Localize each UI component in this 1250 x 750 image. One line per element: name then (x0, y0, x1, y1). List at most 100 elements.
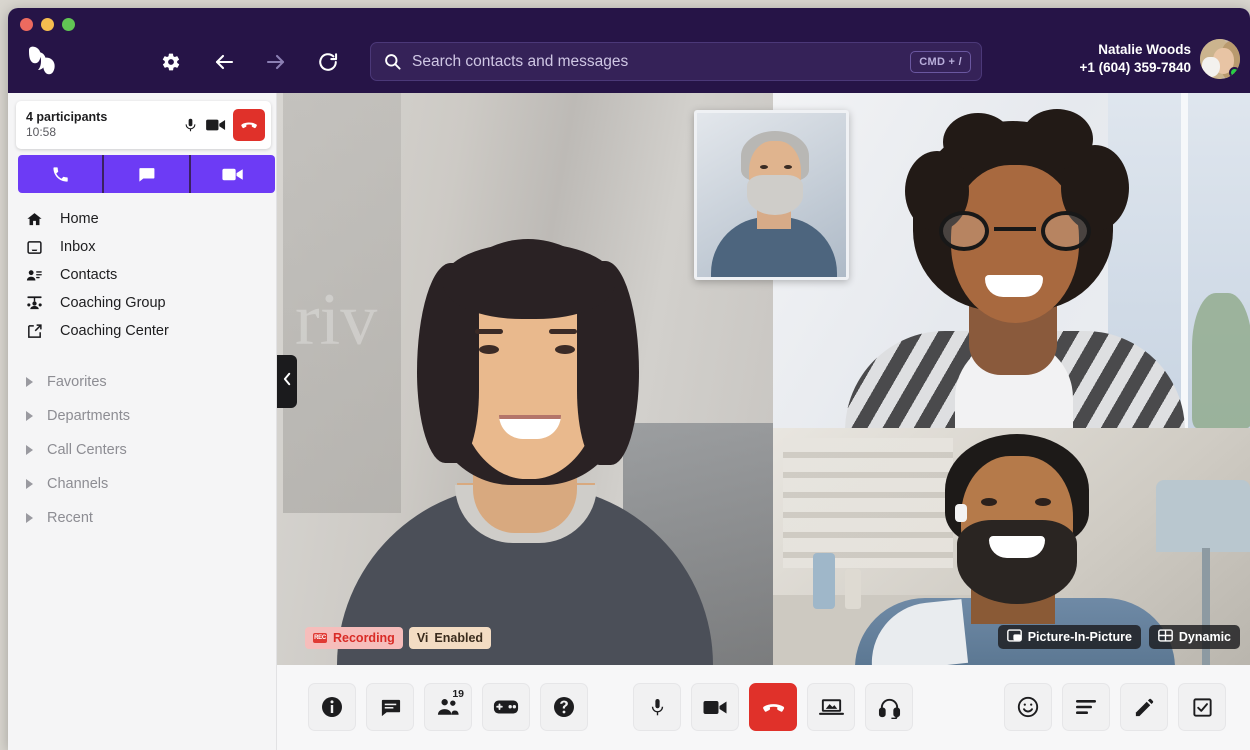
audio-device-button[interactable] (865, 683, 913, 731)
video-stage: riv REC Recording Vi Enabled Picture-In-… (277, 93, 1250, 665)
app-window: Search contacts and messages CMD + / Nat… (8, 8, 1250, 750)
external-link-icon (24, 323, 44, 340)
sidebar-section-channels[interactable]: Channels (8, 467, 276, 501)
sidebar-item-contacts[interactable]: Contacts (8, 261, 276, 289)
end-call-button[interactable] (749, 683, 797, 731)
camera-button[interactable] (691, 683, 739, 731)
settings-button[interactable] (154, 46, 188, 78)
section-label: Departments (47, 408, 131, 424)
participants-button[interactable]: 19 (424, 683, 472, 731)
call-toolbar: 19 (277, 665, 1250, 750)
chevron-right-icon (26, 479, 33, 489)
new-message-button[interactable] (102, 155, 188, 193)
new-video-button[interactable] (188, 155, 275, 193)
vi-badge: Vi Enabled (408, 627, 492, 649)
grid-layout-icon (1158, 629, 1173, 645)
user-info: Natalie Woods +1 (604) 359-7840 (1080, 41, 1191, 77)
section-label: Call Centers (47, 442, 127, 458)
user-name: Natalie Woods (1098, 41, 1191, 57)
vi-state-label: Enabled (434, 631, 484, 645)
sidebar-section-departments[interactable]: Departments (8, 399, 276, 433)
quick-actions-bar (18, 155, 275, 193)
sidebar-item-label: Home (60, 211, 99, 227)
user-phone: +1 (604) 359-7840 (1079, 60, 1191, 75)
sidebar-section-recent[interactable]: Recent (8, 501, 276, 535)
call-info: 4 participants 10:58 (26, 110, 177, 141)
sidebar-item-home[interactable]: Home (8, 205, 276, 233)
new-call-button[interactable] (18, 155, 102, 193)
sidebar-item-inbox[interactable]: Inbox (8, 233, 276, 261)
picture-in-picture-icon (1006, 629, 1022, 645)
section-label: Favorites (47, 374, 107, 390)
forward-button[interactable] (259, 46, 293, 78)
sidebar-section-call-centers[interactable]: Call Centers (8, 433, 276, 467)
close-window-button[interactable] (20, 18, 33, 31)
section-label: Channels (47, 476, 109, 492)
search-icon (383, 52, 402, 71)
collapse-sidebar-handle[interactable] (277, 355, 297, 408)
maximize-window-button[interactable] (62, 18, 75, 31)
chevron-right-icon (26, 513, 33, 523)
inbox-icon (24, 239, 44, 256)
recording-badge: REC Recording (305, 627, 403, 649)
call-video-button[interactable] (203, 118, 229, 132)
sidebar: 4 participants 10:58 Home Inbox Contacts… (8, 93, 277, 750)
chevron-right-icon (26, 445, 33, 455)
chevron-left-icon (282, 372, 293, 391)
contacts-icon (24, 267, 44, 284)
recording-label: Recording (333, 631, 395, 645)
call-participants-count: 4 participants (26, 109, 108, 124)
avatar[interactable] (1200, 39, 1240, 79)
picture-in-picture-button[interactable]: Picture-In-Picture (997, 625, 1141, 649)
primary-nav: Home Inbox Contacts Coaching Group Coach… (8, 205, 276, 345)
dynamic-layout-button[interactable]: Dynamic (1148, 625, 1240, 649)
participants-count-badge: 19 (452, 688, 464, 700)
chevron-right-icon (26, 411, 33, 421)
pip-label: Picture-In-Picture (1027, 630, 1132, 644)
minimize-window-button[interactable] (41, 18, 54, 31)
back-button[interactable] (207, 46, 241, 78)
reload-button[interactable] (311, 46, 345, 78)
stage-layout-controls: Picture-In-Picture Dynamic (997, 625, 1240, 649)
status-badge (1229, 67, 1240, 78)
app-logo[interactable] (26, 46, 60, 76)
call-hangup-button[interactable] (233, 109, 265, 141)
search-bar[interactable]: Search contacts and messages CMD + / (370, 42, 982, 81)
mute-button[interactable] (633, 683, 681, 731)
group-icon (24, 295, 44, 312)
sidebar-section-favorites[interactable]: Favorites (8, 365, 276, 399)
sidebar-item-label: Coaching Center (60, 323, 169, 339)
video-tile-pip[interactable] (694, 110, 849, 280)
tasks-button[interactable] (1178, 683, 1226, 731)
window-controls (20, 18, 75, 31)
transcript-button[interactable] (1062, 683, 1110, 731)
toolbar-center-group (633, 683, 913, 731)
call-mic-button[interactable] (177, 116, 203, 134)
rec-icon: REC (313, 633, 327, 643)
annotate-button[interactable] (1120, 683, 1168, 731)
toolbar-right-group (1004, 683, 1226, 731)
title-bar: Search contacts and messages CMD + / Nat… (8, 8, 1250, 93)
active-call-card[interactable]: 4 participants 10:58 (16, 101, 271, 149)
sidebar-item-label: Coaching Group (60, 295, 166, 311)
sidebar-sections: Favorites Departments Call Centers Chann… (8, 365, 276, 535)
sidebar-item-coaching-center[interactable]: Coaching Center (8, 317, 276, 345)
stage-status-badges: REC Recording Vi Enabled (305, 627, 492, 649)
share-screen-button[interactable] (807, 683, 855, 731)
sidebar-item-label: Contacts (60, 267, 118, 283)
help-button[interactable] (540, 683, 588, 731)
dynamic-label: Dynamic (1178, 630, 1231, 644)
info-button[interactable] (308, 683, 356, 731)
game-button[interactable] (482, 683, 530, 731)
search-input[interactable]: Search contacts and messages (412, 53, 910, 71)
sidebar-item-coaching-group[interactable]: Coaching Group (8, 289, 276, 317)
chevron-right-icon (26, 377, 33, 387)
section-label: Recent (47, 510, 93, 526)
sidebar-item-label: Inbox (60, 239, 96, 255)
user-profile[interactable]: Natalie Woods +1 (604) 359-7840 (1080, 39, 1240, 79)
call-duration: 10:58 (26, 125, 57, 140)
home-icon (24, 211, 44, 228)
search-shortcut-badge: CMD + / (910, 50, 971, 73)
reactions-button[interactable] (1004, 683, 1052, 731)
chat-button[interactable] (366, 683, 414, 731)
